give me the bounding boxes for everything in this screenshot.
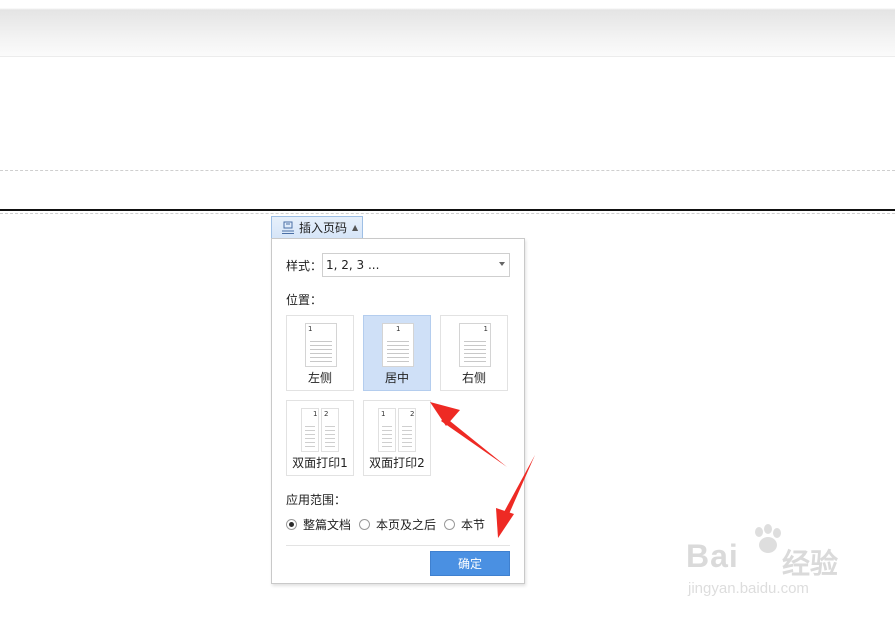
header-area-guide [0,213,895,214]
radio-unchecked-icon [359,519,371,530]
duplex-thumbnail-icon: 1 2 [378,408,418,452]
page-num-marker: 1 [313,410,318,418]
page-thumbnail-icon: 1 [305,323,337,367]
position-tile-duplex-1[interactable]: 1 2 双面打印1 [286,400,354,476]
watermark-url: jingyan.baidu.com [688,580,809,597]
page-number-icon [281,221,295,235]
page-num-marker: 2 [410,410,415,418]
baidu-jingyan-watermark: Bai 经验 jingyan.baidu.com [686,520,856,610]
page-thumbnail-icon: 1 [382,323,414,367]
scope-radio-this-page-onward[interactable]: 本页及之后 [359,516,436,533]
scope-radio-group: 整篇文档 本页及之后 本节 [286,516,493,533]
position-tile-right[interactable]: 1 右侧 [440,315,508,391]
page-num-marker: 1 [308,325,313,333]
tile-label: 左侧 [307,371,332,385]
page-thumbnail-icon: 1 [459,323,491,367]
position-tile-left[interactable]: 1 左侧 [286,315,354,391]
radio-label: 本页及之后 [376,518,437,532]
scope-label: 应用范围： [286,493,347,507]
ok-button[interactable]: 确定 [430,551,510,576]
style-row: 样式： 1, 2, 3 ... [286,253,510,277]
scope-radio-this-section[interactable]: 本节 [444,516,485,533]
style-select[interactable]: 1, 2, 3 ... [322,253,510,277]
position-tile-center[interactable]: 1 居中 [363,315,431,391]
insert-page-number-label: 插入页码 [299,221,348,235]
style-select-value: 1, 2, 3 ... [326,258,380,272]
radio-label: 本节 [461,518,486,532]
position-tile-duplex-2[interactable]: 1 2 双面打印2 [363,400,431,476]
scope-radio-whole-document[interactable]: 整篇文档 [286,516,351,533]
style-label: 样式： [286,258,323,273]
page-num-marker: 1 [396,325,401,333]
page-number-panel: 样式： 1, 2, 3 ... 位置： 1 左侧 1 居中 1 右侧 1 2 双… [271,238,525,584]
chevron-down-icon [499,262,505,266]
panel-divider [286,545,510,546]
ribbon-bar [0,0,895,57]
page-num-marker: 1 [483,325,488,333]
tile-label: 双面打印1 [292,456,348,470]
tile-label: 右侧 [461,371,486,385]
caret-up-icon: ▲ [352,223,359,232]
page-num-marker: 1 [381,410,386,418]
radio-checked-icon [286,519,297,530]
header-separator-line [0,209,895,211]
position-label: 位置： [286,293,323,307]
page-num-marker: 2 [324,410,329,418]
watermark-brand-cn: 经验 [782,547,839,580]
insert-page-number-tab[interactable]: 插入页码 ▲ [271,216,363,238]
radio-label: 整篇文档 [303,518,352,532]
tile-label: 双面打印2 [369,456,425,470]
duplex-thumbnail-icon: 1 2 [301,408,341,452]
radio-unchecked-icon [444,519,456,530]
paw-logo-icon [755,524,781,553]
tile-label: 居中 [384,371,409,385]
page-margin-guide [0,170,895,171]
watermark-brand: Bai [686,538,739,574]
